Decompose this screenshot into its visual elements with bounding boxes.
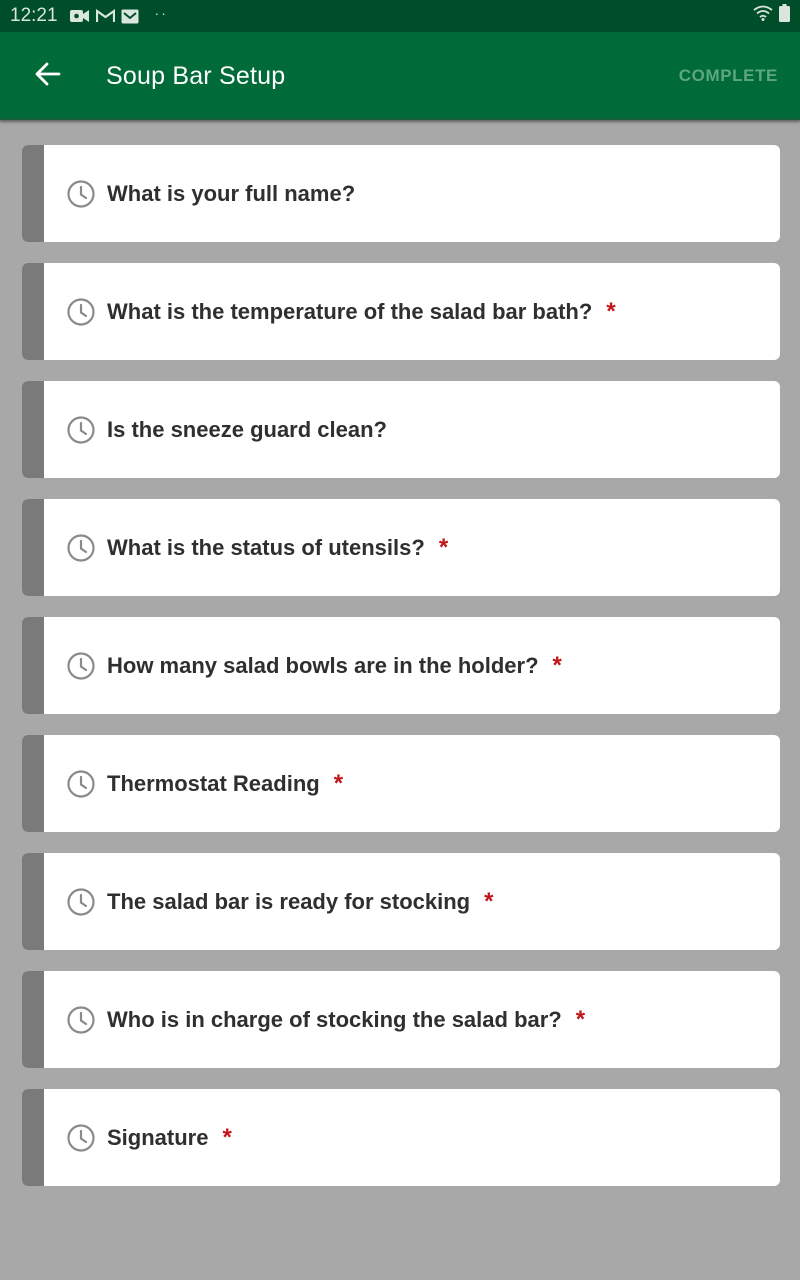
video-icon: [69, 9, 90, 23]
more-dots-icon: ··: [154, 5, 168, 21]
clock-icon: [66, 297, 96, 327]
question-text: What is the temperature of the salad bar…: [107, 298, 593, 324]
card-status-strip: [22, 263, 44, 360]
question-text: Who is in charge of stocking the salad b…: [107, 1006, 562, 1032]
card-status-strip: [22, 1089, 44, 1186]
gmail-icon: [95, 9, 115, 23]
question-label: Is the sneeze guard clean?: [107, 381, 387, 478]
required-marker: *: [438, 533, 449, 561]
status-bar: 12:21 ··: [0, 0, 800, 32]
wifi-icon: [753, 5, 773, 27]
question-label: What is the temperature of the salad bar…: [107, 263, 616, 360]
clock-icon: [66, 533, 96, 563]
required-marker: *: [575, 1005, 586, 1033]
question-card[interactable]: How many salad bowls are in the holder? *: [22, 617, 780, 714]
app-bar: Soup Bar Setup COMPLETE: [0, 32, 800, 120]
card-status-strip: [22, 145, 44, 242]
question-card[interactable]: Who is in charge of stocking the salad b…: [22, 971, 780, 1068]
battery-icon: [779, 4, 790, 28]
page-title: Soup Bar Setup: [106, 61, 286, 90]
question-card[interactable]: What is your full name?: [22, 145, 780, 242]
question-text: Signature: [107, 1124, 209, 1150]
card-status-strip: [22, 499, 44, 596]
status-time: 12:21: [10, 5, 58, 26]
card-status-strip: [22, 735, 44, 832]
question-text: The salad bar is ready for stocking: [107, 888, 471, 914]
required-marker: *: [333, 769, 344, 797]
clock-icon: [66, 651, 96, 681]
question-label: What is the status of utensils? *: [107, 499, 448, 596]
question-card[interactable]: The salad bar is ready for stocking *: [22, 853, 780, 950]
question-list: What is your full name? What is the tempe…: [22, 145, 780, 1207]
complete-button[interactable]: COMPLETE: [679, 66, 778, 86]
question-label: What is your full name?: [107, 145, 355, 242]
question-text: What is your full name?: [107, 180, 356, 206]
back-button[interactable]: [0, 32, 96, 120]
required-marker: *: [484, 887, 494, 915]
card-status-strip: [22, 853, 44, 950]
question-card[interactable]: What is the status of utensils? *: [22, 499, 780, 596]
question-text: Thermostat Reading: [107, 770, 320, 796]
question-label: Signature *: [107, 1089, 232, 1186]
clock-icon: [66, 769, 96, 799]
question-card[interactable]: What is the temperature of the salad bar…: [22, 263, 780, 360]
question-text: What is the status of utensils?: [107, 534, 425, 560]
card-status-strip: [22, 617, 44, 714]
required-marker: *: [552, 651, 562, 679]
required-marker: *: [222, 1123, 232, 1151]
clock-icon: [66, 887, 96, 917]
clock-icon: [66, 1005, 96, 1035]
card-status-strip: [22, 381, 44, 478]
mail-icon: [121, 9, 139, 24]
card-status-strip: [22, 971, 44, 1068]
clock-icon: [66, 1123, 96, 1153]
question-card[interactable]: Thermostat Reading *: [22, 735, 780, 832]
question-text: Is the sneeze guard clean?: [107, 416, 387, 442]
required-marker: *: [606, 297, 616, 325]
question-card[interactable]: Signature *: [22, 1089, 780, 1186]
arrow-back-icon: [35, 62, 61, 91]
app-bar-shadow: [0, 118, 800, 123]
question-label: How many salad bowls are in the holder? *: [107, 617, 562, 714]
question-label: Who is in charge of stocking the salad b…: [107, 971, 585, 1068]
question-label: Thermostat Reading *: [107, 735, 343, 832]
clock-icon: [66, 415, 96, 445]
question-card[interactable]: Is the sneeze guard clean?: [22, 381, 780, 478]
question-text: How many salad bowls are in the holder?: [107, 652, 539, 678]
clock-icon: [66, 179, 96, 209]
question-label: The salad bar is ready for stocking *: [107, 853, 493, 950]
